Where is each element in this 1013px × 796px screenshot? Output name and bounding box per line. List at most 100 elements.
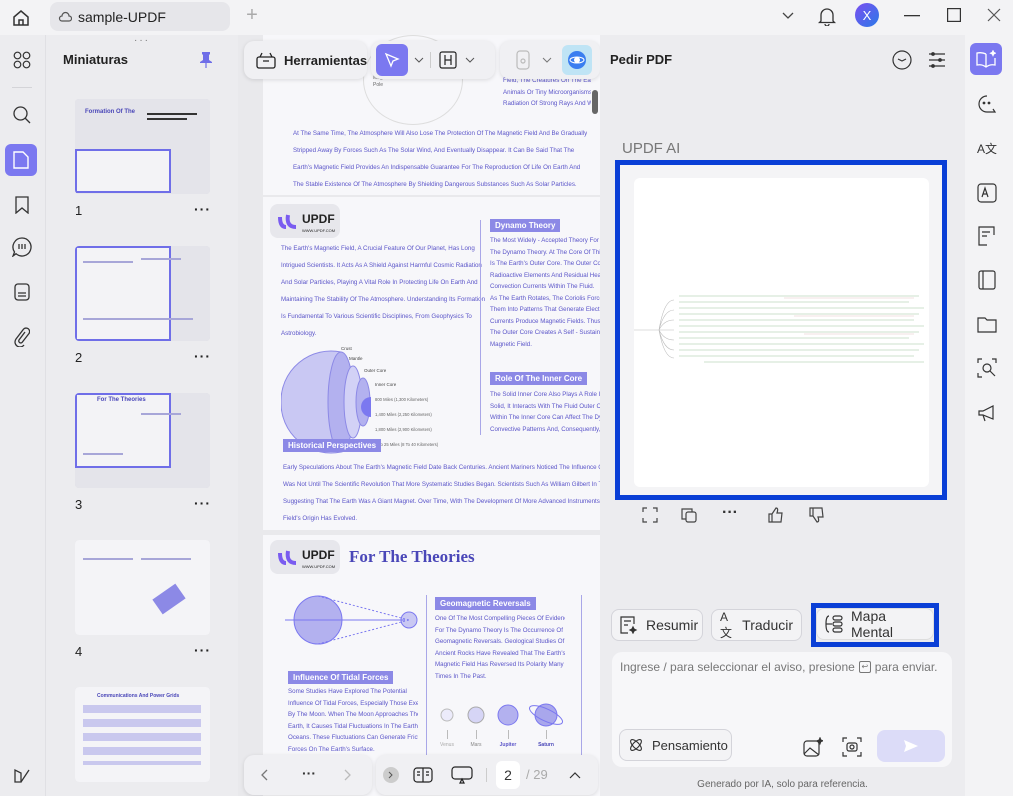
text-line: By The Moon. When The Moon Approaches Th… bbox=[288, 711, 418, 718]
heading-text-icon[interactable] bbox=[437, 49, 459, 71]
attachment-icon[interactable] bbox=[9, 324, 35, 350]
reading-mode-icon[interactable] bbox=[411, 764, 435, 786]
summarize-button[interactable]: Resumir bbox=[611, 609, 703, 641]
text-line: Astrobiology. bbox=[281, 330, 317, 337]
apps-grid-icon[interactable] bbox=[9, 47, 35, 73]
history-clock-icon[interactable] bbox=[890, 48, 914, 72]
maximize-icon[interactable] bbox=[944, 5, 964, 25]
thumbnail-page-4[interactable] bbox=[75, 540, 210, 635]
planet-tick bbox=[508, 730, 509, 739]
chevron-down-icon[interactable] bbox=[779, 7, 797, 25]
image-ai-icon[interactable] bbox=[802, 736, 824, 758]
bookmark-icon[interactable] bbox=[9, 192, 35, 218]
text-line: Field's Origin Has Evolved. bbox=[283, 515, 358, 522]
home-icon[interactable] bbox=[8, 5, 34, 31]
select-cursor-icon[interactable] bbox=[376, 44, 408, 76]
presentation-icon[interactable] bbox=[449, 764, 475, 786]
text-line: Times In The Past. bbox=[435, 672, 487, 680]
left-toolbar bbox=[0, 35, 45, 796]
section-heading: Historical Perspectives bbox=[283, 439, 382, 452]
page-more-button[interactable]: ··· bbox=[194, 495, 211, 511]
thumbnail-page-3[interactable]: For The Theories bbox=[75, 393, 210, 488]
resize-handle[interactable]: ··· bbox=[134, 35, 150, 46]
text-line: Some Studies Have Explored The Potential bbox=[288, 688, 407, 695]
page-number-input[interactable]: 2 bbox=[496, 761, 520, 789]
thumbnail-page-5[interactable]: Communications And Power Grids bbox=[75, 687, 210, 782]
chevron-down-icon[interactable] bbox=[542, 57, 552, 63]
book-icon[interactable] bbox=[974, 267, 1000, 293]
close-icon[interactable] bbox=[984, 5, 1004, 25]
text-line: Radioactive Elements And Residual Heat F… bbox=[490, 271, 600, 279]
chevron-up-icon[interactable] bbox=[566, 766, 584, 784]
updf-logo: UPDF WWW.UPDF.COM bbox=[270, 204, 340, 238]
comment-icon[interactable] bbox=[9, 234, 35, 260]
ai-book-icon[interactable] bbox=[970, 43, 1002, 75]
more-button[interactable]: ··· bbox=[294, 763, 324, 783]
new-tab-plus-icon[interactable]: + bbox=[242, 4, 262, 26]
text-line: Convective Patterns And, Consequently, T… bbox=[490, 425, 600, 433]
folder-star-icon[interactable] bbox=[974, 311, 1000, 337]
ai-disclaimer: Generado por IA, solo para referencia. bbox=[697, 779, 868, 790]
translate-icon[interactable]: A文 bbox=[974, 135, 1000, 161]
text-line: Animals Or Tiny Microorganisms, Will Ea bbox=[503, 88, 591, 96]
chat-input[interactable]: Ingrese / para seleccionar el aviso, pre… bbox=[612, 652, 952, 767]
chevron-down-icon[interactable] bbox=[465, 57, 475, 63]
section-heading: Influence Of Tidal Forces bbox=[288, 671, 394, 684]
stamp-tool-icon[interactable] bbox=[514, 49, 532, 71]
search-icon[interactable] bbox=[9, 102, 35, 128]
mindmap-graphic bbox=[634, 295, 924, 363]
thumbnail-page-2[interactable] bbox=[75, 246, 210, 341]
diagram-label: Mantle bbox=[349, 356, 363, 361]
page-more-button[interactable]: ··· bbox=[194, 201, 211, 217]
fullscreen-icon[interactable] bbox=[640, 505, 660, 525]
thumbnails-page-icon[interactable] bbox=[5, 144, 37, 176]
avatar[interactable]: X bbox=[855, 3, 879, 27]
chat-bot-icon[interactable] bbox=[974, 90, 1000, 116]
page-number: 3 bbox=[75, 497, 83, 512]
screenshot-icon[interactable] bbox=[841, 736, 863, 758]
page-more-button[interactable]: ··· bbox=[194, 642, 211, 658]
mindmap-button[interactable]: Mapa Mental bbox=[816, 608, 934, 640]
previous-page-icon[interactable] bbox=[254, 765, 274, 785]
text-line: Earth, It Causes Tidal Fluctuations In T… bbox=[288, 722, 418, 730]
text-line: Radiation Of Strong Rays And Will Qui bbox=[503, 100, 591, 107]
copy-icon[interactable] bbox=[679, 505, 699, 525]
planet-label-mars: Mars bbox=[470, 742, 482, 748]
thumbnail-page-1[interactable]: Formation Of The bbox=[75, 99, 210, 194]
text-line: Within The Inner Core Can Affect The Dyn… bbox=[490, 414, 600, 421]
text-line: The Most Widely - Accepted Theory For Th… bbox=[490, 237, 600, 244]
send-button[interactable] bbox=[877, 730, 945, 762]
pin-icon[interactable] bbox=[198, 51, 214, 69]
text-line: Solid, It Interacts With The Fluid Outer… bbox=[490, 402, 600, 410]
tools-button[interactable]: Herramientas bbox=[244, 41, 367, 79]
translate-icon: A文 bbox=[720, 609, 733, 640]
minimize-icon[interactable] bbox=[902, 6, 922, 26]
translate-button[interactable]: A文 Traducir bbox=[711, 609, 802, 641]
megaphone-icon[interactable] bbox=[974, 400, 1000, 426]
page-more-button[interactable]: ··· bbox=[194, 348, 211, 364]
settings-sliders-icon[interactable] bbox=[925, 48, 949, 72]
enter-key-icon: ↩ bbox=[858, 661, 871, 673]
page-number: 1 bbox=[75, 203, 83, 218]
layers-icon[interactable] bbox=[9, 762, 35, 788]
thinking-button[interactable]: Pensamiento bbox=[619, 729, 732, 761]
thumbs-up-icon[interactable] bbox=[766, 505, 786, 525]
document-tab[interactable]: sample-UPDF bbox=[50, 2, 230, 31]
bell-icon[interactable] bbox=[816, 5, 838, 27]
chevron-down-icon[interactable] bbox=[414, 57, 424, 63]
ai-assistant-icon[interactable] bbox=[562, 45, 592, 75]
cloud-icon bbox=[58, 11, 72, 23]
expand-chevron-icon[interactable] bbox=[383, 767, 399, 783]
scrollbar-thumb[interactable] bbox=[592, 90, 598, 114]
text-line: Influence Of Tidal Forces, Especially Th… bbox=[288, 699, 418, 707]
ai-summary-icon[interactable] bbox=[974, 223, 1000, 249]
next-page-icon[interactable] bbox=[338, 765, 358, 785]
thumbs-down-icon[interactable] bbox=[807, 505, 827, 525]
more-options-icon[interactable]: ··· bbox=[720, 503, 740, 523]
document-viewer[interactable]: Magnetic Pole Field, The Creatures On Th… bbox=[238, 35, 600, 796]
stamp-icon[interactable] bbox=[9, 279, 35, 305]
search-document-icon[interactable] bbox=[974, 355, 1000, 381]
mindmap-preview[interactable] bbox=[634, 178, 929, 487]
ocr-text-icon[interactable] bbox=[974, 180, 1000, 206]
page-nav-group: ··· bbox=[244, 755, 372, 795]
